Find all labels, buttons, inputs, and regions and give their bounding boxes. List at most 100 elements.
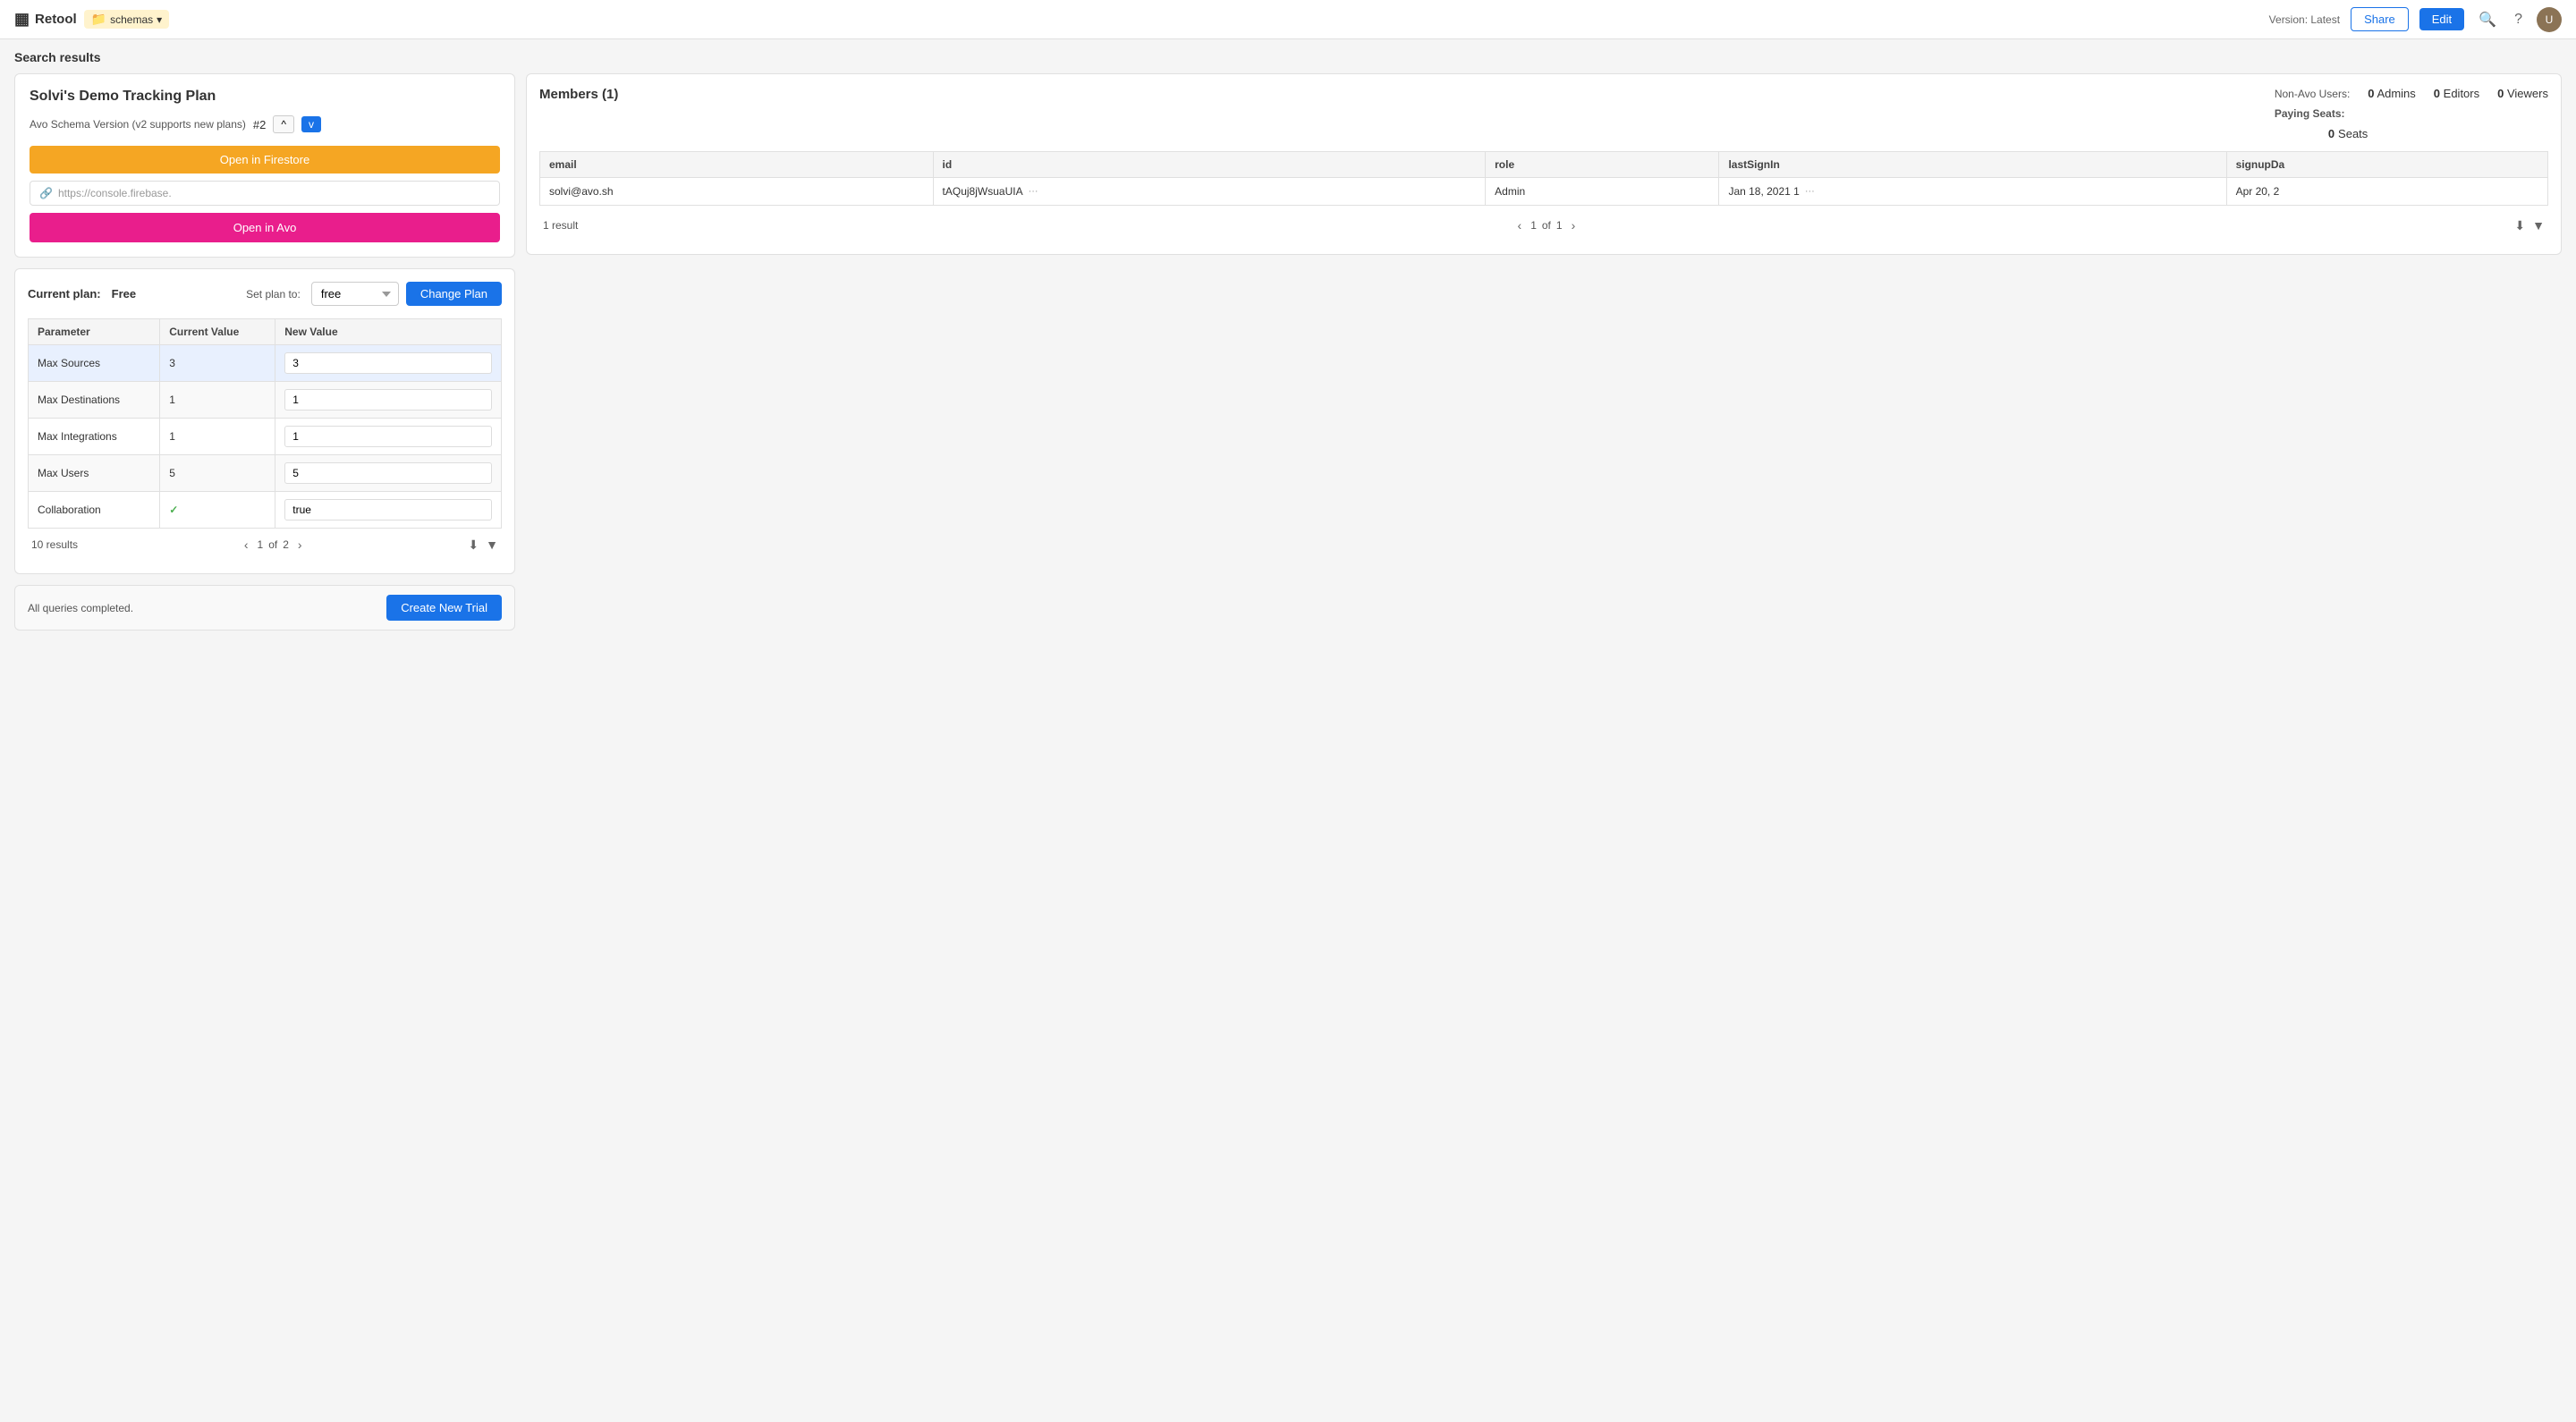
- editors-label: Editors: [2444, 87, 2479, 100]
- plan-new-value-cell: [275, 419, 502, 455]
- plan-table-actions: ⬇ ▼: [468, 537, 498, 553]
- viewers-count: 0: [2497, 87, 2504, 100]
- viewers-label: Viewers: [2507, 87, 2548, 100]
- current-plan-card: Current plan: Free Set plan to: free sta…: [14, 268, 515, 574]
- plan-param-cell: Max Destinations: [29, 382, 160, 419]
- edit-button[interactable]: Edit: [2419, 8, 2464, 30]
- col-signup-date: signupDa: [2226, 152, 2547, 178]
- search-icon-button[interactable]: 🔍: [2475, 7, 2500, 32]
- plan-pagination: ‹ 1 of 2 ›: [241, 536, 306, 554]
- plan-param-cell: Max Integrations: [29, 419, 160, 455]
- editors-count: 0: [2434, 87, 2440, 100]
- members-pagination: ‹ 1 of 1 ›: [1514, 216, 1580, 234]
- member-id-cell: tAQuj8jWsuaUIA ···: [933, 178, 1486, 206]
- header-right: Version: Latest Share Edit 🔍 ? U: [2269, 7, 2562, 32]
- schema-up-button[interactable]: ^: [273, 115, 294, 133]
- plan-new-value-input[interactable]: [284, 462, 492, 484]
- current-plan-label: Current plan:: [28, 287, 101, 300]
- right-column: Members (1) Non-Avo Users: 0 Admins 0 Ed…: [526, 73, 2562, 631]
- plan-filter-button[interactable]: ▼: [486, 537, 498, 553]
- member-last-sign-in-cell: Jan 18, 2021 1 ···: [1719, 178, 2226, 206]
- plan-select[interactable]: free starter growth enterprise: [311, 282, 399, 306]
- schemas-breadcrumb[interactable]: 📁 schemas ▾: [84, 10, 170, 29]
- plan-header: Current plan: Free Set plan to: free sta…: [28, 282, 502, 306]
- member-id-value: tAQuj8jWsuaUIA: [943, 185, 1023, 198]
- header: ▦ Retool 📁 schemas ▾ Version: Latest Sha…: [0, 0, 2576, 39]
- plan-new-value-cell: [275, 382, 502, 419]
- non-avo-users-row: Non-Avo Users: 0 Admins 0 Editors 0: [2275, 87, 2548, 100]
- members-prev-page[interactable]: ‹: [1514, 216, 1526, 234]
- members-filter-button[interactable]: ▼: [2532, 218, 2545, 233]
- plan-results-count: 10 results: [31, 538, 78, 551]
- editors-stat: 0 Editors: [2434, 87, 2479, 100]
- share-button[interactable]: Share: [2351, 7, 2409, 31]
- col-email: email: [540, 152, 934, 178]
- plan-new-value-cell: [275, 492, 502, 529]
- bottom-section: All queries completed. Create New Trial: [14, 585, 515, 631]
- members-page-of: of: [1542, 219, 1551, 232]
- change-plan-button[interactable]: Change Plan: [406, 282, 502, 306]
- two-column-layout: Solvi's Demo Tracking Plan Avo Schema Ve…: [14, 73, 2562, 631]
- member-row: solvi@avo.sh tAQuj8jWsuaUIA ··· Admin Ja…: [540, 178, 2548, 206]
- plan-current-cell: 3: [160, 345, 275, 382]
- plan-page-of: of: [268, 538, 277, 551]
- col-last-sign-in: lastSignIn: [1719, 152, 2226, 178]
- member-sign-in-truncated: Jan 18, 2021 1 ···: [1728, 185, 2216, 198]
- members-next-page[interactable]: ›: [1568, 216, 1580, 234]
- create-new-trial-button[interactable]: Create New Trial: [386, 595, 502, 621]
- check-icon: ✓: [169, 504, 178, 516]
- folder-icon: 📁: [91, 12, 106, 27]
- members-stats-section: Non-Avo Users: 0 Admins 0 Editors 0: [2275, 87, 2548, 140]
- seats-label: Seats: [2338, 127, 2368, 140]
- plan-next-page[interactable]: ›: [294, 536, 306, 554]
- member-sign-in-dots[interactable]: ···: [1803, 186, 1817, 197]
- admins-text: Admins: [2377, 87, 2415, 100]
- plan-page-current: 1: [258, 538, 264, 551]
- members-top-section: Members (1) Non-Avo Users: 0 Admins 0 Ed…: [539, 87, 2548, 140]
- members-card: Members (1) Non-Avo Users: 0 Admins 0 Ed…: [526, 73, 2562, 255]
- tracking-plan-title: Solvi's Demo Tracking Plan: [30, 89, 500, 105]
- plan-new-value-input[interactable]: [284, 389, 492, 411]
- avatar[interactable]: U: [2537, 7, 2562, 32]
- app-name: Retool: [35, 12, 77, 27]
- schema-down-button[interactable]: v: [301, 116, 321, 132]
- members-title: Members (1): [539, 87, 618, 102]
- viewers-stat: 0 Viewers: [2497, 87, 2548, 100]
- schemas-label: schemas: [110, 13, 153, 26]
- plan-new-value-cell: [275, 345, 502, 382]
- open-firestore-button[interactable]: Open in Firestore: [30, 146, 500, 174]
- bottom-status: All queries completed.: [28, 602, 133, 614]
- col-current-value: Current Value: [160, 319, 275, 345]
- members-footer: 1 result ‹ 1 of 1 › ⬇ ▼: [539, 209, 2548, 241]
- schema-version-label: Avo Schema Version (v2 supports new plan…: [30, 118, 246, 131]
- app-logo: ▦ Retool: [14, 10, 77, 29]
- plan-param-cell: Max Sources: [29, 345, 160, 382]
- header-left: ▦ Retool 📁 schemas ▾: [14, 10, 169, 29]
- plan-page-total: 2: [283, 538, 289, 551]
- schema-number: #2: [253, 118, 266, 131]
- member-email-cell: solvi@avo.sh: [540, 178, 934, 206]
- plan-prev-page[interactable]: ‹: [241, 536, 252, 554]
- plan-current-cell: 1: [160, 419, 275, 455]
- firebase-url-input[interactable]: 🔗 https://console.firebase.: [30, 181, 500, 206]
- open-avo-button[interactable]: Open in Avo: [30, 213, 500, 242]
- plan-param-cell: Max Users: [29, 455, 160, 492]
- paying-seats-row: Paying Seats:: [2275, 107, 2548, 120]
- member-id-dots[interactable]: ···: [1027, 186, 1040, 197]
- seats-count-row: 0 Seats: [2328, 127, 2548, 140]
- plan-new-value-input[interactable]: [284, 499, 492, 521]
- paying-seats-label: Paying Seats:: [2275, 107, 2345, 120]
- col-role: role: [1486, 152, 1719, 178]
- plan-download-button[interactable]: ⬇: [468, 537, 479, 553]
- seats-count: 0: [2328, 127, 2334, 140]
- link-icon: 🔗: [39, 187, 53, 199]
- help-icon-button[interactable]: ?: [2511, 8, 2526, 31]
- plan-new-value-cell: [275, 455, 502, 492]
- col-id: id: [933, 152, 1486, 178]
- members-result-count: 1 result: [543, 219, 578, 232]
- members-download-button[interactable]: ⬇: [2514, 218, 2525, 233]
- col-new-value: New Value: [275, 319, 502, 345]
- plan-new-value-input[interactable]: [284, 352, 492, 374]
- tracking-plan-card: Solvi's Demo Tracking Plan Avo Schema Ve…: [14, 73, 515, 258]
- plan-new-value-input[interactable]: [284, 426, 492, 447]
